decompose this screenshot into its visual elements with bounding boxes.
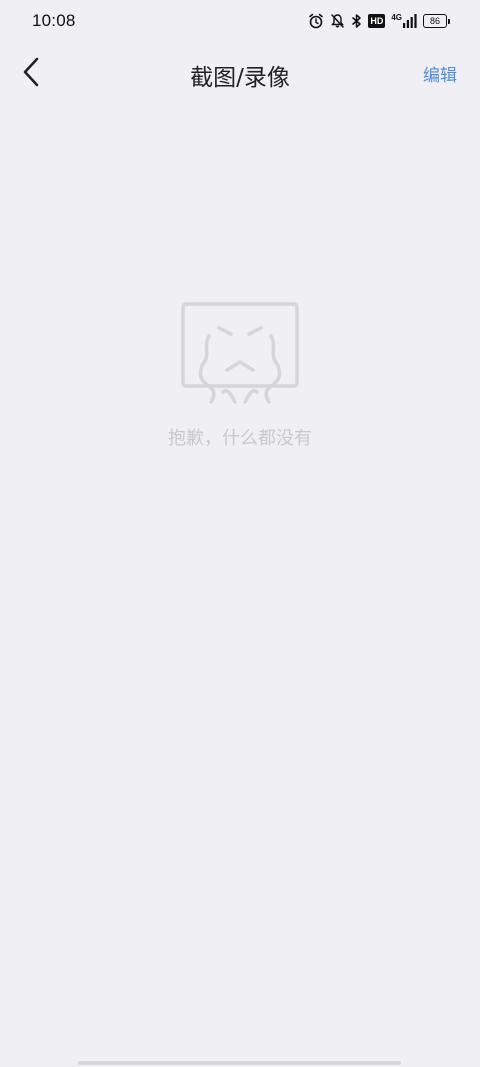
gesture-bar <box>78 1061 401 1065</box>
hd-icon: HD <box>368 14 386 28</box>
page-title: 截图/录像 <box>190 65 290 91</box>
crying-face-icon <box>181 302 299 404</box>
network-label: 4G <box>391 13 402 22</box>
status-bar: 10:08 HD 4G 86 <box>0 0 480 42</box>
signal-4g-icon: 4G <box>391 14 417 28</box>
alarm-icon <box>308 13 324 29</box>
battery-level: 86 <box>423 14 447 28</box>
mute-icon <box>330 13 345 29</box>
empty-message: 抱歉，什么都没有 <box>168 428 312 449</box>
status-time: 10:08 <box>32 11 76 30</box>
navigation-bar: 截图/录像 编辑 <box>0 42 480 104</box>
status-icons: HD 4G 86 <box>308 13 450 29</box>
edit-button[interactable]: 编辑 <box>423 61 457 86</box>
bluetooth-icon <box>351 13 362 29</box>
battery-tip <box>448 18 450 24</box>
empty-state: 抱歉，什么都没有 <box>0 302 480 450</box>
battery-icon: 86 <box>423 14 450 28</box>
